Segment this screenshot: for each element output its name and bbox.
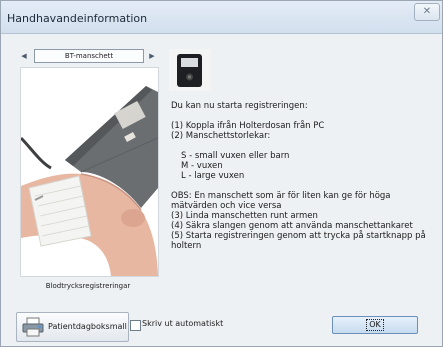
printer-icon: [22, 317, 44, 337]
step-5b-text: holtern: [171, 241, 202, 251]
cuff-photo: [20, 67, 159, 277]
size-s-text: S - small vuxen eller barn: [181, 151, 290, 161]
note-text-1: OBS: En manschett som är för liten kan g…: [171, 191, 391, 201]
image-carousel: ◀ BT-manschett ▶: [17, 49, 159, 63]
instruction-text: Du kan nu starta registreringen: (1) Kop…: [171, 101, 436, 253]
step-1-text: (1) Koppla ifrån Holterdosan från PC: [171, 121, 325, 131]
patient-diary-button[interactable]: Patientdagboksmall: [16, 312, 129, 342]
close-icon: ✕: [422, 6, 432, 17]
previous-arrow-icon[interactable]: ◀: [17, 49, 31, 63]
patient-diary-label: Patientdagboksmall: [48, 322, 127, 331]
size-m-text: M - vuxen: [181, 161, 223, 171]
intro-text: Du kan nu starta registreringen:: [171, 101, 308, 111]
next-arrow-icon[interactable]: ▶: [145, 49, 159, 63]
step-2-text: (2) Manschettstorlekar:: [171, 131, 271, 141]
carousel-label: BT-manschett: [34, 49, 144, 63]
ok-button[interactable]: OK: [332, 316, 418, 334]
step-4-text: (4) Säkra slangen genom att använda mans…: [171, 221, 413, 231]
image-caption: Blodtrycksregistreringar: [45, 282, 131, 290]
title-bar: Handhavandeinformation ✕: [1, 1, 442, 34]
dialog-window: Handhavandeinformation ✕ ◀ BT-manschett …: [0, 0, 443, 347]
arm-cuff-illustration: [21, 86, 158, 276]
step-5-text: (5) Starta registreringen genom att tryc…: [171, 231, 426, 241]
ok-label: OK: [366, 319, 384, 331]
print-automatically-checkbox[interactable]: [130, 320, 141, 331]
note-text-2: mätvärden och vice versa: [171, 201, 282, 211]
holter-device-icon: [169, 49, 211, 91]
close-button[interactable]: ✕: [414, 3, 440, 21]
window-title: Handhavandeinformation: [7, 12, 148, 25]
print-automatically-label: Skriv ut automatiskt: [142, 319, 224, 328]
size-l-text: L - large vuxen: [181, 171, 245, 181]
step-3-text: (3) Linda manschetten runt armen: [171, 211, 318, 221]
